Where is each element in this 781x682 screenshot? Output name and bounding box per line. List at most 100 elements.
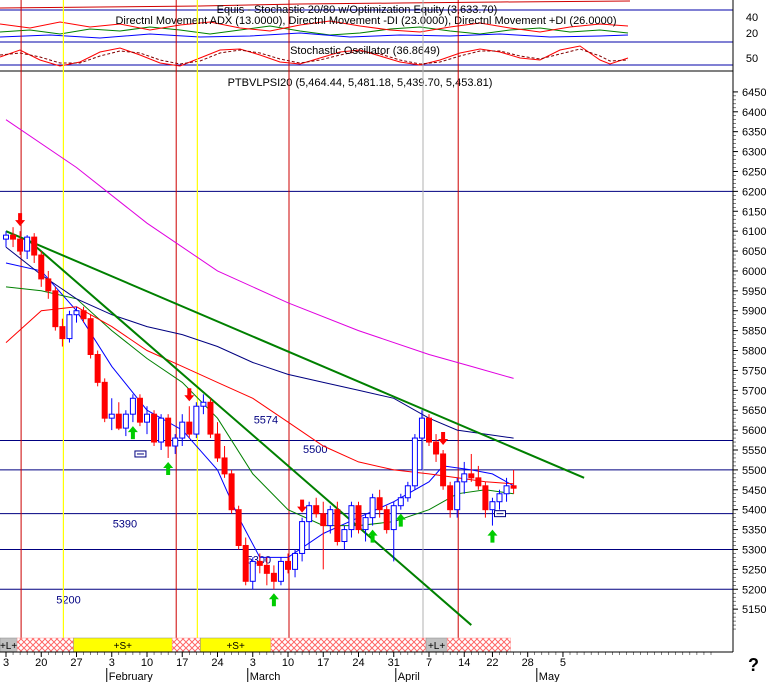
candle	[3, 231, 9, 248]
candle-body	[270, 572, 277, 582]
y-tick-label: 5800	[742, 346, 766, 358]
moving-average-ma_mid	[5, 286, 514, 527]
y-tick-label: 6400	[742, 107, 766, 119]
candle-body	[313, 505, 320, 515]
position-bar-label: +S+	[114, 641, 133, 652]
candle-body	[348, 505, 355, 531]
level-label: 5574	[254, 414, 278, 426]
candle-body	[362, 517, 369, 531]
candle	[115, 402, 122, 431]
candle	[242, 537, 249, 586]
candle-body	[369, 497, 376, 519]
candle-body	[327, 509, 334, 527]
candle-body	[158, 417, 165, 443]
candle-body	[249, 560, 256, 582]
candle-body	[256, 560, 263, 566]
position-bar-hatch	[270, 637, 427, 653]
candle-body	[306, 505, 313, 523]
level-label: 5390	[113, 519, 137, 531]
stochastic-panel-label: Stochastic Oscillator (36.8649)	[290, 45, 440, 57]
x-tick-label: 10	[282, 657, 294, 669]
y-tick-label: 5650	[742, 405, 766, 417]
y-tick-label: 6350	[742, 127, 766, 139]
candle	[129, 394, 136, 423]
month-label: May	[539, 671, 560, 682]
x-tick-label: 24	[211, 657, 223, 669]
y-tick-label: 5850	[742, 326, 766, 338]
position-bar-hatch	[171, 637, 201, 653]
candle-body	[440, 453, 447, 487]
candle	[390, 501, 397, 562]
candle-body	[101, 381, 108, 419]
candle	[468, 453, 475, 482]
candle-body	[489, 501, 496, 511]
stochastic-tick-50: 50	[746, 53, 758, 65]
candle-body	[52, 290, 59, 328]
candle-body	[122, 413, 129, 429]
trendline	[26, 238, 472, 626]
candle-body	[228, 473, 235, 511]
candle-body	[17, 238, 24, 252]
y-tick-label: 6300	[742, 147, 766, 159]
y-tick-label: 5700	[742, 385, 766, 397]
candle-body	[151, 413, 158, 443]
y-tick-label: 5150	[742, 604, 766, 616]
candle	[411, 434, 418, 490]
candle-body	[186, 421, 193, 435]
candle-body	[263, 564, 270, 574]
candle	[80, 306, 87, 323]
candle	[165, 414, 172, 458]
buy-arrow-icon	[127, 426, 138, 440]
candle	[510, 469, 517, 494]
sell-arrow-icon	[438, 431, 449, 445]
candle	[320, 501, 327, 570]
candle-body	[129, 397, 136, 415]
x-tick-label: 28	[522, 657, 534, 669]
candle	[193, 402, 200, 439]
candle	[447, 481, 454, 518]
candle	[221, 446, 228, 478]
candle-body	[193, 405, 200, 435]
candle-body	[214, 433, 221, 459]
candle	[299, 517, 306, 562]
candle-body	[221, 457, 228, 475]
price-panel: 5150520052505300535054005450550055505600…	[0, 0, 766, 682]
level-label: 5200	[56, 594, 80, 606]
candle-body	[207, 401, 214, 435]
candle	[151, 410, 158, 447]
y-tick-label: 5600	[742, 425, 766, 437]
help-icon[interactable]: ?	[748, 655, 759, 676]
candle	[341, 525, 348, 550]
candle	[404, 481, 411, 502]
candle	[200, 394, 207, 415]
level-label: 5500	[303, 444, 327, 456]
candle-body	[200, 401, 207, 407]
candle	[31, 233, 38, 263]
indicator-panels: Equis - Stochastic 20/80 w/Optimization …	[0, 0, 758, 72]
x-tick-label: 17	[317, 657, 329, 669]
candle	[207, 398, 214, 439]
candle	[228, 469, 235, 514]
candle	[108, 398, 115, 431]
candle-body	[404, 485, 411, 499]
candle	[277, 557, 284, 586]
y-tick-label: 5300	[742, 544, 766, 556]
candle	[440, 449, 447, 490]
x-tick-label: 14	[458, 657, 470, 669]
candle	[94, 350, 101, 387]
position-bar-label: +L+	[428, 641, 445, 652]
candle	[426, 414, 432, 447]
candle	[292, 549, 299, 578]
candle-body	[426, 417, 432, 443]
candle-body	[334, 509, 341, 543]
candle	[179, 414, 186, 447]
candle-body	[115, 413, 122, 429]
candle-body	[59, 326, 66, 340]
y-tick-label: 6000	[742, 266, 766, 278]
candle-body	[383, 509, 390, 531]
x-tick-label: 10	[141, 657, 153, 669]
candle-body	[355, 505, 362, 531]
candle-body	[503, 485, 510, 495]
month-label: March	[250, 671, 281, 682]
month-label: February	[109, 671, 154, 682]
